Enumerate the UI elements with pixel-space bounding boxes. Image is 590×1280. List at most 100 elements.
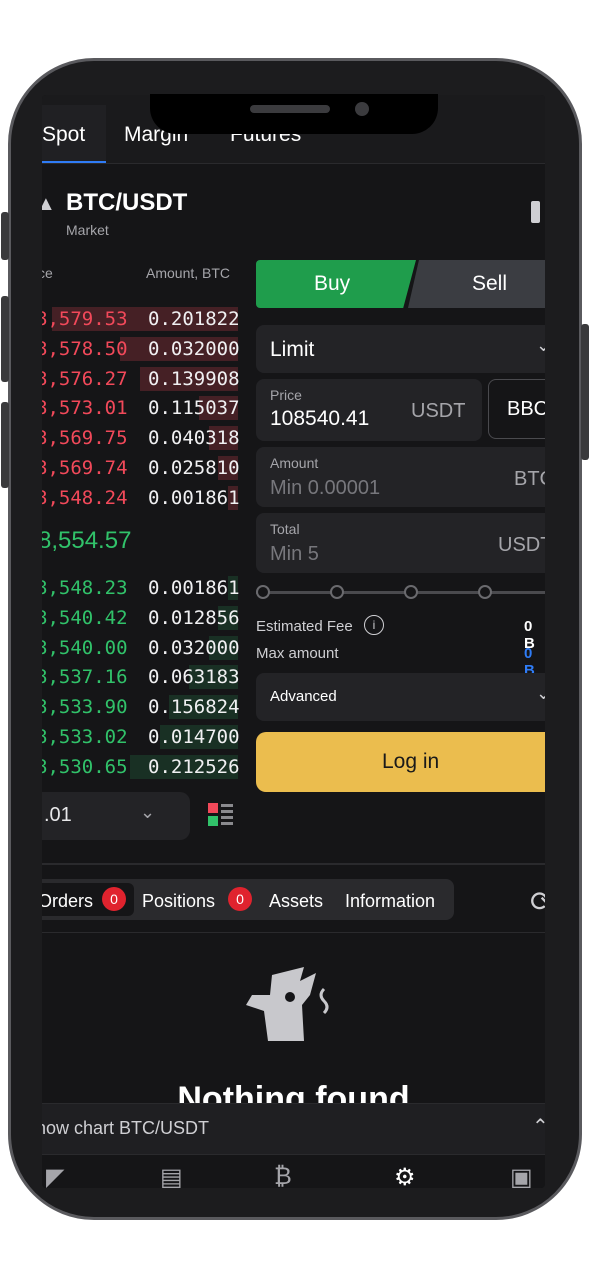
expand-triangle-icon[interactable]: ▲ — [42, 193, 56, 216]
nav-markets-icon[interactable]: ▤ — [160, 1163, 192, 1188]
orderbook-row-bid[interactable]: 8,533.02 0.014700 — [42, 722, 240, 752]
orderbook-row-bid[interactable]: 8,540.42 0.012856 — [42, 603, 240, 633]
orderbook-row-bid[interactable]: 8,537.16 0.063183 — [42, 662, 240, 692]
nav-wallet-icon[interactable]: ▣ — [510, 1163, 542, 1188]
orderbook-amount[interactable]: 0.063183 — [148, 666, 240, 688]
orderbook-amount[interactable]: 0.156824 — [148, 696, 240, 718]
total-field[interactable]: Total Min 5 USDT — [256, 513, 545, 573]
orderbook-amount[interactable]: 0.201822 — [148, 308, 240, 330]
orderbook-amount[interactable]: 0.012856 — [148, 607, 240, 629]
bbo-button[interactable]: BBC — [488, 379, 545, 439]
orderbook-price[interactable]: 8,548.23 — [42, 577, 128, 599]
info-icon[interactable]: i — [364, 615, 384, 635]
slider-step-50[interactable] — [404, 585, 418, 599]
phone-volume-up-button — [1, 296, 9, 382]
orderbook-price[interactable]: 8,569.75 — [42, 427, 128, 449]
orderbook-amount[interactable]: 0.032000 — [148, 637, 240, 659]
chevron-down-icon: ⌄ — [536, 335, 545, 355]
orderbook-row-bid[interactable]: 8,530.65 0.212526 — [42, 752, 240, 782]
orderbook-price[interactable]: 8,548.24 — [42, 487, 128, 509]
orderbook-row-ask[interactable]: 8,578.50 0.032000 — [42, 334, 240, 364]
phone-mute-button — [1, 212, 9, 260]
orderbook-row-ask[interactable]: 8,573.01 0.115037 — [42, 393, 240, 423]
orderbook-amount[interactable]: 0.032000 — [148, 338, 240, 360]
bottom-navigation: ◤ ▤ ₿ ⚙ ▣ — [42, 1155, 545, 1188]
sell-label: Sell — [472, 272, 508, 295]
show-chart-bar[interactable]: how chart BTC/USDT ⌃ — [42, 1103, 545, 1155]
speaker — [250, 105, 330, 113]
positions-count-badge: 0 — [228, 887, 252, 911]
refresh-icon[interactable]: ⟳ — [530, 885, 545, 918]
tab-information[interactable]: Information — [345, 891, 435, 912]
orderbook-row-bid[interactable]: 8,540.00 0.032000 — [42, 633, 240, 663]
orderbook-price[interactable]: 8,578.50 — [42, 338, 128, 360]
tab-assets[interactable]: Assets — [269, 891, 323, 912]
pair-header[interactable]: ▲ BTC/USDT Market — [42, 175, 545, 245]
orderbook-price[interactable]: 8,530.65 — [42, 756, 128, 778]
price-field[interactable]: Price 108540.41 USDT — [256, 379, 482, 441]
price-step-select[interactable]: .01 ⌄ — [42, 792, 190, 840]
buy-sell-toggle: Buy Sell — [256, 260, 545, 308]
nav-home-icon[interactable]: ◤ — [46, 1163, 78, 1188]
orderbook-amount[interactable]: 0.014700 — [148, 726, 240, 748]
orderbook-view-toggle-icon[interactable] — [208, 803, 234, 827]
orderbook-amount[interactable]: 0.001861 — [148, 487, 240, 509]
orderbook-row-ask[interactable]: 8,569.75 0.040318 — [42, 423, 240, 453]
amount-field[interactable]: Amount Min 0.00001 BTC — [256, 447, 545, 507]
app-screen: Spot Margin Futures ▲ BTC/USDT Market ce… — [42, 95, 545, 1188]
orderbook-price[interactable]: 8,537.16 — [42, 666, 128, 688]
bottom-tabs: Orders 0 Positions 0 Assets Information — [42, 879, 454, 920]
orderbook-amount[interactable]: 0.040318 — [148, 427, 240, 449]
orderbook-amount[interactable]: 0.212526 — [148, 756, 240, 778]
orderbook-price-header: ce — [42, 265, 53, 281]
tab-orders[interactable]: Orders — [42, 891, 93, 912]
orderbook-row-ask[interactable]: 8,579.53 0.201822 — [42, 304, 240, 334]
chevron-up-icon: ⌃ — [532, 1116, 545, 1138]
buy-label: Buy — [314, 272, 351, 295]
empty-state-ghost-icon — [246, 967, 329, 1041]
last-price: 8,554.57 — [42, 527, 132, 554]
slider-step-0[interactable] — [256, 585, 270, 599]
slider-step-25[interactable] — [330, 585, 344, 599]
tab-spot[interactable]: Spot — [42, 123, 85, 147]
orderbook-price[interactable]: 8,576.27 — [42, 368, 128, 390]
price-input[interactable]: 108540.41 — [270, 407, 369, 431]
chevron-down-icon: ⌄ — [140, 802, 156, 822]
log-in-button[interactable]: Log in — [256, 732, 545, 792]
orderbook-price[interactable]: 8,569.74 — [42, 457, 128, 479]
orderbook-price[interactable]: 8,540.42 — [42, 607, 128, 629]
candlestick-icon[interactable] — [531, 201, 540, 223]
nav-exchange-icon[interactable]: ⚙ — [394, 1163, 426, 1188]
orderbook-row-ask[interactable]: 8,569.74 0.025810 — [42, 453, 240, 483]
amount-slider[interactable] — [256, 585, 545, 599]
orderbook-price[interactable]: 8,579.53 — [42, 308, 128, 330]
tab-active-indicator — [42, 161, 106, 163]
orderbook-price[interactable]: 8,540.00 — [42, 637, 128, 659]
slider-step-75[interactable] — [478, 585, 492, 599]
orderbook-price[interactable]: 8,573.01 — [42, 397, 128, 419]
total-input[interactable]: Min 5 — [270, 543, 319, 566]
section-divider — [42, 863, 545, 865]
advanced-label: Advanced — [270, 688, 337, 705]
orderbook-price[interactable]: 8,533.90 — [42, 696, 128, 718]
amount-label: Amount — [270, 455, 319, 471]
phone-power-button — [581, 324, 589, 460]
pair-symbol[interactable]: BTC/USDT — [66, 189, 187, 217]
amount-input[interactable]: Min 0.00001 — [270, 477, 380, 500]
tab-positions[interactable]: Positions — [142, 891, 215, 912]
orderbook-row-bid[interactable]: 8,533.90 0.156824 — [42, 692, 240, 722]
orderbook-row-bid[interactable]: 8,548.23 0.001861 — [42, 573, 240, 603]
orderbook-row-ask[interactable]: 8,548.24 0.001861 — [42, 483, 240, 513]
advanced-dropdown[interactable]: Advanced ⌄ — [256, 673, 545, 721]
orders-count-badge: 0 — [102, 887, 126, 911]
orderbook-row-ask[interactable]: 8,576.27 0.139908 — [42, 364, 240, 394]
nav-trade-icon[interactable]: ₿ — [274, 1163, 306, 1188]
orderbook-price[interactable]: 8,533.02 — [42, 726, 128, 748]
orderbook-amount[interactable]: 0.025810 — [148, 457, 240, 479]
orderbook-amount[interactable]: 0.115037 — [148, 397, 240, 419]
orderbook-amount[interactable]: 0.139908 — [148, 368, 240, 390]
order-type-select[interactable]: Limit ⌄ — [256, 325, 545, 373]
total-unit: USDT — [498, 534, 545, 556]
orderbook-amount[interactable]: 0.001861 — [148, 577, 240, 599]
show-chart-label: how chart BTC/USDT — [42, 1118, 210, 1138]
